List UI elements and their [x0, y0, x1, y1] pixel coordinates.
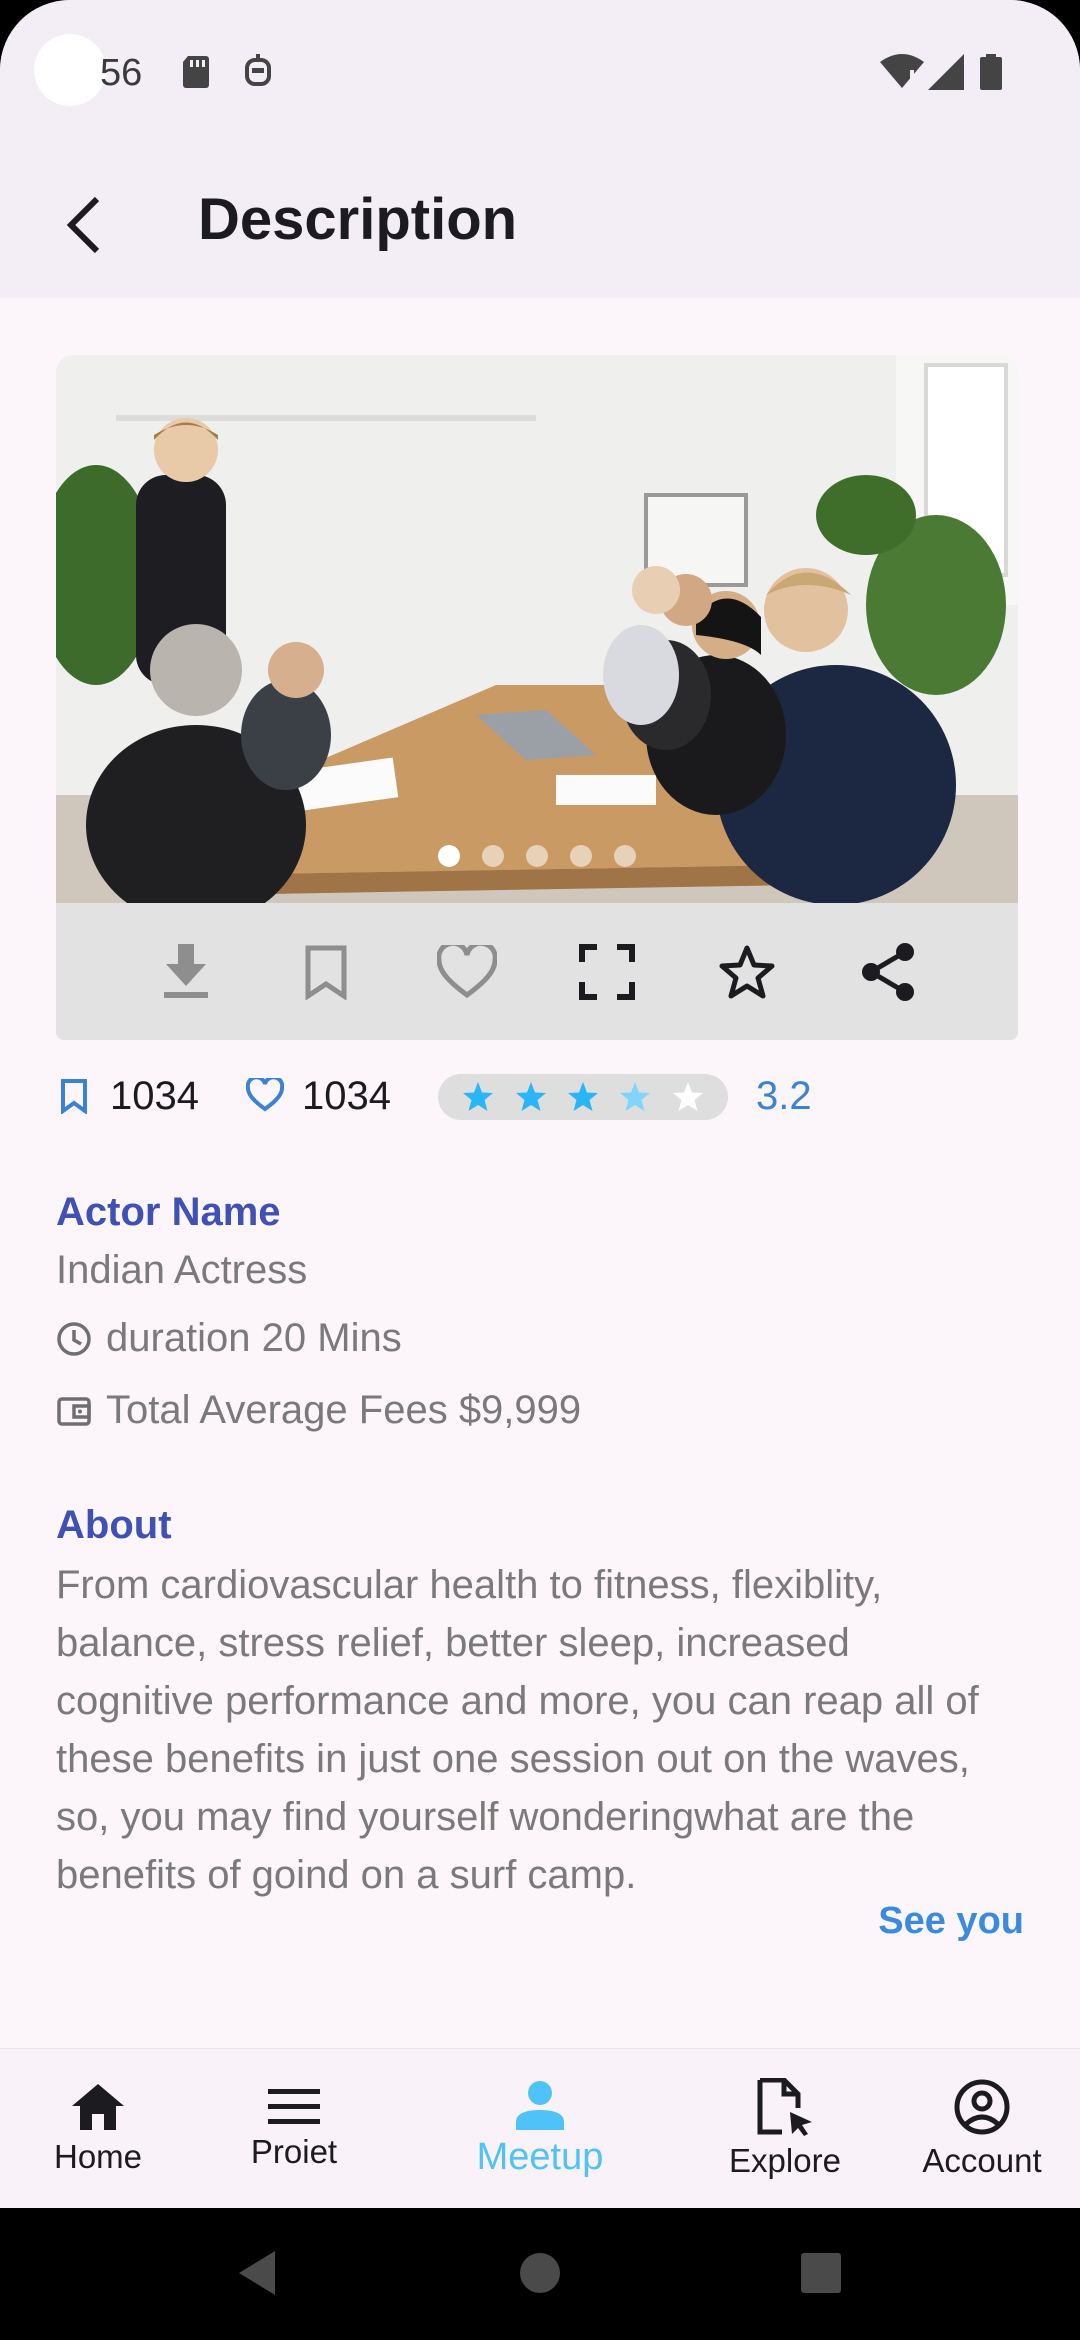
system-navigation: [0, 2208, 1080, 2340]
like-button[interactable]: [427, 932, 507, 1012]
meeting-photo: [56, 355, 1018, 903]
back-button[interactable]: [50, 190, 120, 260]
account-circle-icon: [954, 2079, 1010, 2135]
arrow-back-icon: [66, 196, 100, 254]
actor-heading: Actor Name: [56, 1190, 281, 1234]
heart-outline-icon: [436, 944, 497, 998]
bookmark-button[interactable]: [286, 932, 366, 1012]
rating-value: 3.2: [756, 1074, 812, 1118]
carousel-dot[interactable]: [482, 845, 504, 867]
system-home-button[interactable]: [505, 2238, 575, 2308]
circle-home-icon: [520, 2253, 560, 2293]
status-time: 56: [100, 52, 143, 94]
favorite-button[interactable]: [707, 932, 787, 1012]
carousel-dot[interactable]: [570, 845, 592, 867]
file-cursor-icon: [757, 2078, 812, 2136]
fullscreen-button[interactable]: [567, 932, 647, 1012]
bottom-navigation: Home Proiet Meetup Explore Account: [0, 2048, 1080, 2208]
heart-icon: [245, 1075, 285, 1117]
system-recents-button[interactable]: [786, 2238, 856, 2308]
star-icon[interactable]: [514, 1080, 548, 1114]
image-carousel[interactable]: [56, 355, 1018, 903]
battery-icon: [980, 54, 1002, 95]
bookmark-count: 1034: [110, 1074, 199, 1118]
square-recents-icon: [801, 2253, 841, 2293]
status-bar: 56: [0, 0, 1080, 150]
camera-cutout: [34, 34, 106, 106]
carousel-dot[interactable]: [526, 845, 548, 867]
fees-row: Total Average Fees $9,999: [56, 1388, 581, 1433]
signal-icon: [928, 54, 964, 95]
triangle-back-icon: [239, 2251, 275, 2295]
duration-text: duration 20 Mins: [106, 1316, 402, 1360]
about-heading: About: [56, 1503, 172, 1547]
nav-label: Account: [922, 2142, 1042, 2179]
download-icon: [164, 943, 209, 998]
sd-card-icon: [180, 54, 212, 95]
nav-item-explore[interactable]: Explore: [685, 2049, 885, 2209]
star-outline-icon: [719, 945, 775, 998]
clock-icon: [57, 1321, 91, 1356]
screen: 56 Description 1034 1034 3.2 Actor Name …: [0, 0, 1080, 2340]
nav-label: Explore: [729, 2142, 841, 2179]
wallet-icon: [57, 1396, 91, 1426]
person-icon: [516, 2080, 564, 2130]
carousel-dot[interactable]: [614, 845, 636, 867]
wifi-icon: [880, 54, 924, 95]
page-title: Description: [198, 187, 518, 252]
carousel-dot[interactable]: [438, 845, 460, 867]
app-bar: Description: [0, 150, 1080, 298]
like-count: 1034: [302, 1074, 391, 1118]
bookmark-icon: [60, 1078, 88, 1119]
nav-item-meetup[interactable]: Meetup: [440, 2049, 640, 2209]
nav-label: Proiet: [250, 2133, 338, 2170]
share-button[interactable]: [848, 932, 928, 1012]
star-icon[interactable]: [566, 1080, 600, 1114]
download-button[interactable]: [146, 932, 226, 1012]
actor-value: Indian Actress: [56, 1248, 308, 1292]
nav-item-home[interactable]: Home: [0, 2049, 198, 2209]
menu-icon: [268, 2089, 320, 2124]
star-icon[interactable]: [461, 1080, 495, 1114]
home-icon: [72, 2084, 124, 2130]
about-text: From cardiovascular health to fitness, f…: [56, 1563, 979, 1897]
duration-row: duration 20 Mins: [56, 1316, 402, 1361]
rating-stars[interactable]: [438, 1074, 728, 1120]
star-icon[interactable]: [671, 1080, 705, 1114]
robot-icon: [242, 54, 274, 95]
nav-item-proiet[interactable]: Proiet: [194, 2049, 394, 2209]
star-icon[interactable]: [618, 1080, 652, 1114]
fees-text: Total Average Fees $9,999: [106, 1388, 582, 1432]
action-bar: [56, 903, 1018, 1040]
nav-label: Home: [53, 2138, 143, 2175]
share-icon: [861, 942, 914, 1001]
fullscreen-icon: [579, 943, 636, 1000]
bookmark-outline-icon: [305, 945, 347, 1000]
see-you-link[interactable]: See you: [878, 1900, 1024, 1943]
carousel-indicator: [56, 845, 1018, 867]
nav-item-account[interactable]: Account: [882, 2049, 1080, 2209]
system-back-button[interactable]: [222, 2238, 292, 2308]
nav-label: Meetup: [476, 2135, 604, 2178]
stats-row: 1034 1034 3.2: [56, 1068, 1036, 1128]
